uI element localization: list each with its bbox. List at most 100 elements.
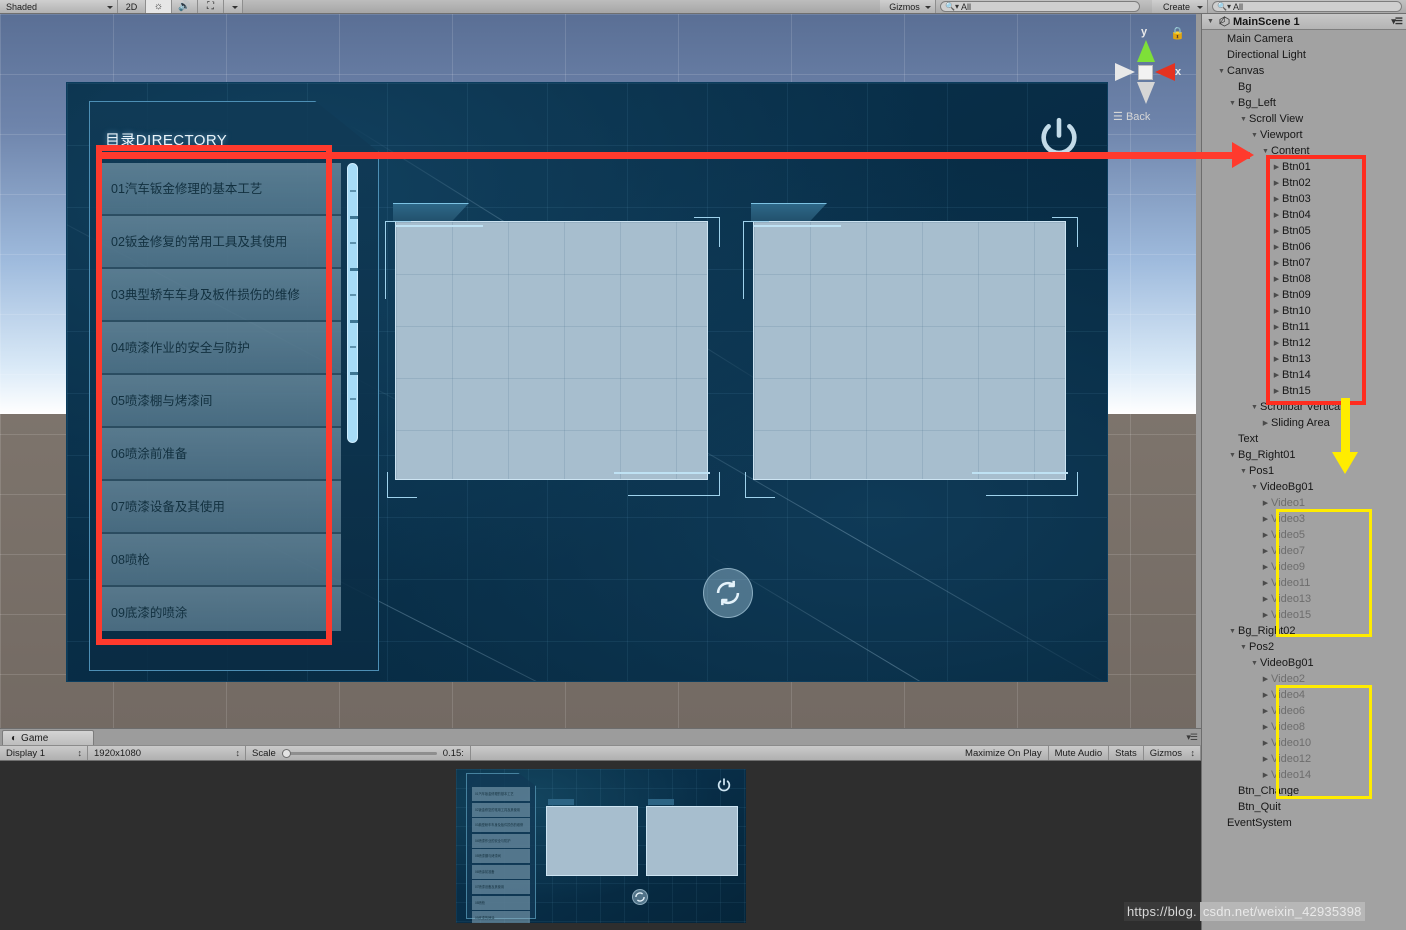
chevron-right-icon[interactable]: ▶ xyxy=(1261,499,1270,507)
gizmo-axis-negx-cone[interactable] xyxy=(1115,63,1135,81)
chevron-right-icon[interactable]: ▶ xyxy=(1272,211,1281,219)
hierarchy-row-video1[interactable]: ▶ Video1 xyxy=(1202,495,1406,511)
chevron-right-icon[interactable]: ▶ xyxy=(1261,563,1270,571)
hierarchy-row-eventsystem[interactable]: EventSystem xyxy=(1202,815,1406,831)
hierarchy-row-video11[interactable]: ▶ Video11 xyxy=(1202,575,1406,591)
chevron-right-icon[interactable]: ▶ xyxy=(1272,227,1281,235)
chevron-right-icon[interactable]: ▶ xyxy=(1272,371,1281,379)
hierarchy-search-input[interactable]: 🔍▾ All xyxy=(1212,1,1402,12)
hierarchy-row-video5[interactable]: ▶ Video5 xyxy=(1202,527,1406,543)
lock-icon[interactable]: 🔒 xyxy=(1170,26,1185,40)
chevron-right-icon[interactable]: ▶ xyxy=(1272,291,1281,299)
toggle-2d-button[interactable]: 2D xyxy=(118,0,146,13)
hamburger-menu-icon[interactable]: ▾☰ xyxy=(1391,16,1403,27)
chevron-right-icon[interactable]: ▶ xyxy=(1272,323,1281,331)
hierarchy-row-btn11[interactable]: ▶ Btn11 xyxy=(1202,319,1406,335)
gizmo-axis-y-cone[interactable] xyxy=(1137,40,1155,62)
tab-game[interactable]: ◐ Game xyxy=(2,730,94,745)
chevron-down-icon[interactable]: ▼ xyxy=(1217,68,1226,75)
chevron-down-icon[interactable]: ▼ xyxy=(1228,628,1237,635)
hierarchy-row-video4[interactable]: ▶ Video4 xyxy=(1202,687,1406,703)
hierarchy-row-btn-quit[interactable]: Btn_Quit xyxy=(1202,799,1406,815)
chevron-down-icon[interactable]: ▼ xyxy=(1250,132,1259,139)
chevron-right-icon[interactable]: ▶ xyxy=(1261,595,1270,603)
chevron-right-icon[interactable]: ▶ xyxy=(1261,771,1270,779)
chevron-right-icon[interactable]: ▶ xyxy=(1272,243,1281,251)
chevron-down-icon[interactable]: ▼ xyxy=(1250,404,1259,411)
hierarchy-row-video3[interactable]: ▶ Video3 xyxy=(1202,511,1406,527)
hierarchy-row-btn12[interactable]: ▶ Btn12 xyxy=(1202,335,1406,351)
hierarchy-row-video10[interactable]: ▶ Video10 xyxy=(1202,735,1406,751)
chevron-right-icon[interactable]: ▶ xyxy=(1261,611,1270,619)
stats-button[interactable]: Stats xyxy=(1109,746,1144,760)
swap-button[interactable] xyxy=(703,568,753,618)
chevron-right-icon[interactable]: ▶ xyxy=(1261,755,1270,763)
hierarchy-row-btn14[interactable]: ▶ Btn14 xyxy=(1202,367,1406,383)
chevron-right-icon[interactable]: ▶ xyxy=(1272,339,1281,347)
hierarchy-row-videobg01[interactable]: ▼ VideoBg01 xyxy=(1202,479,1406,495)
hierarchy-row-video13[interactable]: ▶ Video13 xyxy=(1202,591,1406,607)
hierarchy-row-video14[interactable]: ▶ Video14 xyxy=(1202,767,1406,783)
hierarchy-row-scroll-view[interactable]: ▼ Scroll View xyxy=(1202,111,1406,127)
hierarchy-row-btn10[interactable]: ▶ Btn10 xyxy=(1202,303,1406,319)
gizmo-axis-x-cone[interactable] xyxy=(1155,63,1175,81)
scale-slider-track[interactable] xyxy=(281,748,437,758)
chevron-right-icon[interactable]: ▶ xyxy=(1272,355,1281,363)
video-panel-left[interactable] xyxy=(385,203,720,498)
hierarchy-row-btn04[interactable]: ▶ Btn04 xyxy=(1202,207,1406,223)
scale-slider-container[interactable]: Scale 0.15: xyxy=(246,746,471,760)
chevron-right-icon[interactable]: ▶ xyxy=(1272,259,1281,267)
hierarchy-row-video9[interactable]: ▶ Video9 xyxy=(1202,559,1406,575)
chevron-right-icon[interactable]: ▶ xyxy=(1261,707,1270,715)
chevron-right-icon[interactable]: ▶ xyxy=(1261,723,1270,731)
hierarchy-row-video12[interactable]: ▶ Video12 xyxy=(1202,751,1406,767)
scene-view-gizmo[interactable]: 🔒 y x ☰ Back xyxy=(1095,18,1191,130)
game-view-stage[interactable]: 01汽车钣金修理的基本工艺 02钣金修复的常用工具及其使用 03典型轿车车身及板件损… xyxy=(0,761,1201,930)
hierarchy-row-bg-right01[interactable]: ▼ Bg_Right01 xyxy=(1202,447,1406,463)
chevron-right-icon[interactable]: ▶ xyxy=(1272,163,1281,171)
hierarchy-row-canvas[interactable]: ▼ Canvas xyxy=(1202,63,1406,79)
chevron-right-icon[interactable]: ▶ xyxy=(1261,515,1270,523)
panel-menu-icon[interactable]: ▾☰ xyxy=(1186,732,1198,743)
chevron-right-icon[interactable]: ▶ xyxy=(1272,275,1281,283)
effects-dropdown[interactable] xyxy=(224,0,243,13)
gizmo-center-cube[interactable] xyxy=(1138,65,1153,80)
chevron-right-icon[interactable]: ▶ xyxy=(1272,387,1281,395)
hierarchy-row-video6[interactable]: ▶ Video6 xyxy=(1202,703,1406,719)
hierarchy-row-video2[interactable]: ▶ Video2 xyxy=(1202,671,1406,687)
hierarchy-row-videobg01[interactable]: ▼ VideoBg01 xyxy=(1202,655,1406,671)
chevron-down-icon[interactable]: ▼ xyxy=(1239,468,1248,475)
audio-toggle-button[interactable]: 🔊 xyxy=(172,0,198,13)
resolution-dropdown[interactable]: 1920x1080 xyxy=(88,746,246,760)
chevron-right-icon[interactable]: ▶ xyxy=(1261,739,1270,747)
chevron-down-icon[interactable]: ▼ xyxy=(1261,148,1270,155)
draw-mode-dropdown[interactable]: Shaded xyxy=(0,0,118,13)
game-gizmos-dropdown[interactable]: Gizmos xyxy=(1143,746,1201,760)
hierarchy-row-bg-left[interactable]: ▼ Bg_Left xyxy=(1202,95,1406,111)
hierarchy-row-btn09[interactable]: ▶ Btn09 xyxy=(1202,287,1406,303)
chevron-right-icon[interactable]: ▶ xyxy=(1272,179,1281,187)
hierarchy-row-main-camera[interactable]: Main Camera xyxy=(1202,31,1406,47)
gizmos-dropdown[interactable]: Gizmos xyxy=(880,0,936,13)
chevron-down-icon[interactable]: ▼ xyxy=(1239,116,1248,123)
hierarchy-row-text[interactable]: Text xyxy=(1202,431,1406,447)
scale-slider-knob[interactable] xyxy=(281,748,291,758)
hierarchy-row-scrollbar-vertical[interactable]: ▼ Scrollbar Vertical xyxy=(1202,399,1406,415)
chevron-right-icon[interactable]: ▶ xyxy=(1261,691,1270,699)
create-dropdown[interactable]: Create xyxy=(1152,0,1208,13)
hierarchy-row-btn06[interactable]: ▶ Btn06 xyxy=(1202,239,1406,255)
lighting-toggle-button[interactable]: ☼ xyxy=(146,0,172,13)
chevron-right-icon[interactable]: ▶ xyxy=(1261,531,1270,539)
chevron-down-icon[interactable]: ▼ xyxy=(1228,452,1237,459)
gizmo-axis-negy-cone[interactable] xyxy=(1137,82,1155,104)
hierarchy-row-btn-change[interactable]: Btn_Change xyxy=(1202,783,1406,799)
hierarchy-row-bg-right02[interactable]: ▼ Bg_Right02 xyxy=(1202,623,1406,639)
chevron-right-icon[interactable]: ▶ xyxy=(1272,307,1281,315)
mute-audio-button[interactable]: Mute Audio xyxy=(1048,746,1110,760)
hierarchy-row-btn05[interactable]: ▶ Btn05 xyxy=(1202,223,1406,239)
maximize-on-play-button[interactable]: Maximize On Play xyxy=(959,746,1049,760)
chevron-right-icon[interactable]: ▶ xyxy=(1272,195,1281,203)
hierarchy-row-btn08[interactable]: ▶ Btn08 xyxy=(1202,271,1406,287)
hierarchy-row-bg[interactable]: Bg xyxy=(1202,79,1406,95)
hierarchy-row-btn15[interactable]: ▶ Btn15 xyxy=(1202,383,1406,399)
